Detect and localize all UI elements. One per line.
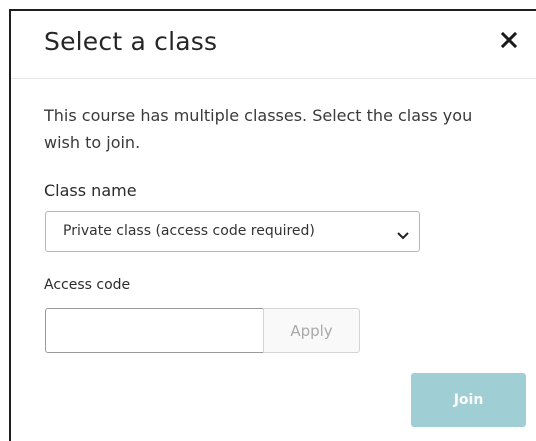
close-icon [498,29,520,51]
access-code-label: Access code [44,277,131,293]
apply-button[interactable]: Apply [263,308,360,353]
class-select-value: Private class (access code required) [63,223,315,239]
dialog-title: Select a class [44,27,218,56]
select-class-dialog: Select a class This course has multiple … [9,9,536,441]
class-name-label: Class name [44,181,137,200]
join-button[interactable]: Join [411,373,526,427]
dialog-header: Select a class [11,11,536,79]
dialog-intro-text: This course has multiple classes. Select… [44,106,473,152]
class-select[interactable]: Private class (access code required) [45,211,420,252]
access-code-input[interactable] [45,308,264,353]
chevron-down-icon [396,226,410,245]
close-button[interactable] [498,29,520,51]
